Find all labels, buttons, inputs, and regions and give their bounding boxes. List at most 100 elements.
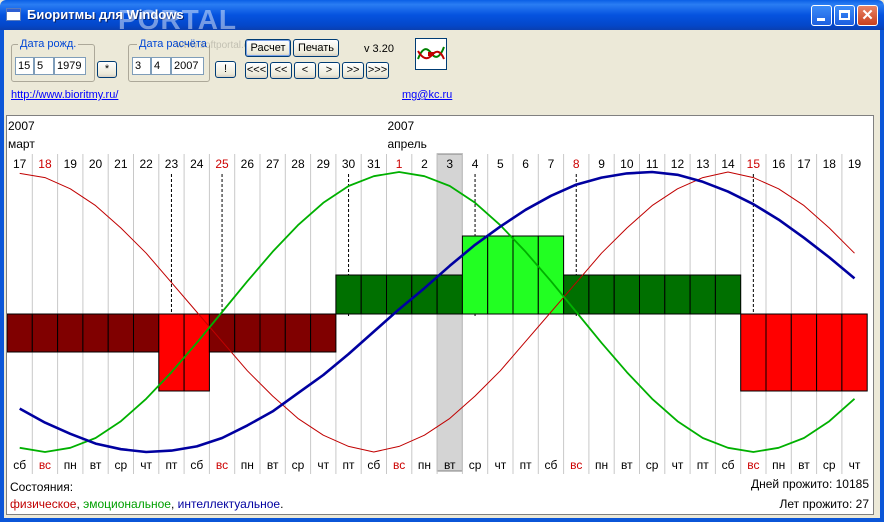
- weekday-label: пт: [520, 458, 532, 472]
- physical-bar: [310, 313, 337, 353]
- nav-forward-week-button[interactable]: >>: [342, 62, 364, 79]
- day-number-label: 17: [13, 157, 27, 171]
- emotional-bar: [714, 274, 742, 315]
- weekday-label: сб: [367, 458, 380, 472]
- day-number-label: 3: [446, 157, 453, 171]
- chart-svg: 2007март2007апрель17сб18вс19пн20вт21ср22…: [7, 119, 868, 474]
- birth-day-field[interactable]: 15: [15, 57, 34, 75]
- weekday-label: ср: [469, 458, 482, 472]
- day-number-label: 10: [620, 157, 634, 171]
- weekday-label: сб: [545, 458, 558, 472]
- emotional-bar: [335, 274, 362, 315]
- weekday-label: вс: [216, 458, 228, 472]
- years-lived: Лет прожито: 27: [780, 497, 870, 511]
- days-lived: Дней прожито: 10185: [751, 477, 869, 491]
- day-number-label: 1: [396, 157, 403, 171]
- month-year-label: 2007: [388, 119, 415, 133]
- day-number-label: 16: [772, 157, 786, 171]
- weekday-label: пт: [343, 458, 355, 472]
- legend-physical: физическое: [10, 497, 77, 511]
- physical-bar: [158, 313, 185, 392]
- day-number-label: 28: [291, 157, 305, 171]
- weekday-label: пн: [595, 458, 608, 472]
- nav-forward-month-button[interactable]: >>>: [366, 62, 389, 79]
- day-number-label: 7: [548, 157, 555, 171]
- legend-emotional: эмоциональное: [83, 497, 171, 511]
- physical-bar: [57, 313, 84, 353]
- emotional-bar: [639, 274, 666, 315]
- birth-month-field[interactable]: 5: [34, 57, 54, 75]
- calc-day-field[interactable]: 3: [132, 57, 151, 75]
- emotional-bar: [664, 274, 691, 315]
- print-button[interactable]: Печать: [293, 39, 339, 57]
- emotional-bar: [563, 274, 590, 315]
- physical-bar: [740, 313, 767, 392]
- title-bar[interactable]: Биоритмы для Windows PORTAL ✕: [0, 0, 884, 35]
- maximize-icon: [839, 10, 850, 20]
- biorhythm-logo-button[interactable]: [415, 38, 447, 70]
- weekday-label: пн: [772, 458, 785, 472]
- physical-bar: [208, 313, 236, 353]
- day-number-label: 21: [114, 157, 128, 171]
- calculate-button[interactable]: Расчет: [245, 39, 291, 57]
- day-number-label: 31: [367, 157, 381, 171]
- month-year-label: 2007: [8, 119, 35, 133]
- birth-star-button[interactable]: *: [97, 61, 117, 78]
- day-number-label: 15: [747, 157, 761, 171]
- legend-separator-2: ,: [170, 497, 178, 511]
- day-number-label: 24: [190, 157, 204, 171]
- weekday-label: вс: [39, 458, 51, 472]
- legend: физическое, эмоциональное, интеллектуаль…: [10, 497, 283, 511]
- day-number-label: 13: [696, 157, 710, 171]
- emotional-bar: [613, 274, 641, 315]
- emotional-bar: [461, 235, 489, 315]
- nav-back-month-button[interactable]: <<<: [245, 62, 268, 79]
- nav-back-day-button[interactable]: <: [294, 62, 316, 79]
- day-number-label: 22: [139, 157, 153, 171]
- today-button[interactable]: !: [215, 61, 236, 78]
- physical-bar: [234, 313, 261, 353]
- physical-bar: [133, 313, 160, 353]
- birth-year-field[interactable]: 1979: [54, 57, 86, 75]
- close-button[interactable]: ✕: [857, 5, 878, 26]
- day-number-label: 30: [342, 157, 356, 171]
- email-link[interactable]: mg@kc.ru: [402, 89, 452, 101]
- physical-bar: [284, 313, 312, 353]
- weekday-label: вт: [798, 458, 810, 472]
- weekday-label: чт: [672, 458, 684, 472]
- birth-date-label: Дата рожд.: [18, 38, 79, 50]
- nav-back-week-button[interactable]: <<: [270, 62, 292, 79]
- day-number-label: 18: [38, 157, 52, 171]
- day-number-label: 29: [317, 157, 331, 171]
- physical-bar: [790, 313, 818, 392]
- days-lived-value: 10185: [835, 477, 869, 491]
- calc-year-field[interactable]: 2007: [171, 57, 204, 75]
- weekday-label: ср: [292, 458, 305, 472]
- minimize-button[interactable]: [811, 5, 832, 26]
- physical-bar: [7, 313, 33, 353]
- weekday-label: пт: [697, 458, 709, 472]
- window-frame-right: [880, 30, 884, 522]
- physical-bar: [107, 313, 134, 353]
- minimize-icon: [817, 18, 825, 21]
- day-number-label: 20: [89, 157, 103, 171]
- weekday-label: сб: [722, 458, 735, 472]
- weekday-label: пн: [418, 458, 431, 472]
- weekday-label: пн: [64, 458, 77, 472]
- day-number-label: 19: [64, 157, 78, 171]
- day-number-label: 4: [472, 157, 479, 171]
- maximize-button[interactable]: [834, 5, 855, 26]
- biorhythm-chart: 2007 март 2007 апрель 17 сб 18 вс 19 пн 20 вт 21 ср 22…: [6, 115, 874, 515]
- emotional-bar: [487, 235, 514, 315]
- nav-forward-day-button[interactable]: >: [318, 62, 340, 79]
- calc-month-field[interactable]: 4: [151, 57, 171, 75]
- watermark-text: PORTAL: [118, 4, 238, 35]
- website-link[interactable]: http://www.bioritmy.ru/: [11, 89, 118, 101]
- day-number-label: 5: [497, 157, 504, 171]
- day-number-label: 25: [215, 157, 229, 171]
- physical-bar: [31, 313, 59, 353]
- day-number-label: 14: [721, 157, 735, 171]
- weekday-label: чт: [849, 458, 861, 472]
- weekday-label: чт: [140, 458, 152, 472]
- day-number-label: 12: [671, 157, 685, 171]
